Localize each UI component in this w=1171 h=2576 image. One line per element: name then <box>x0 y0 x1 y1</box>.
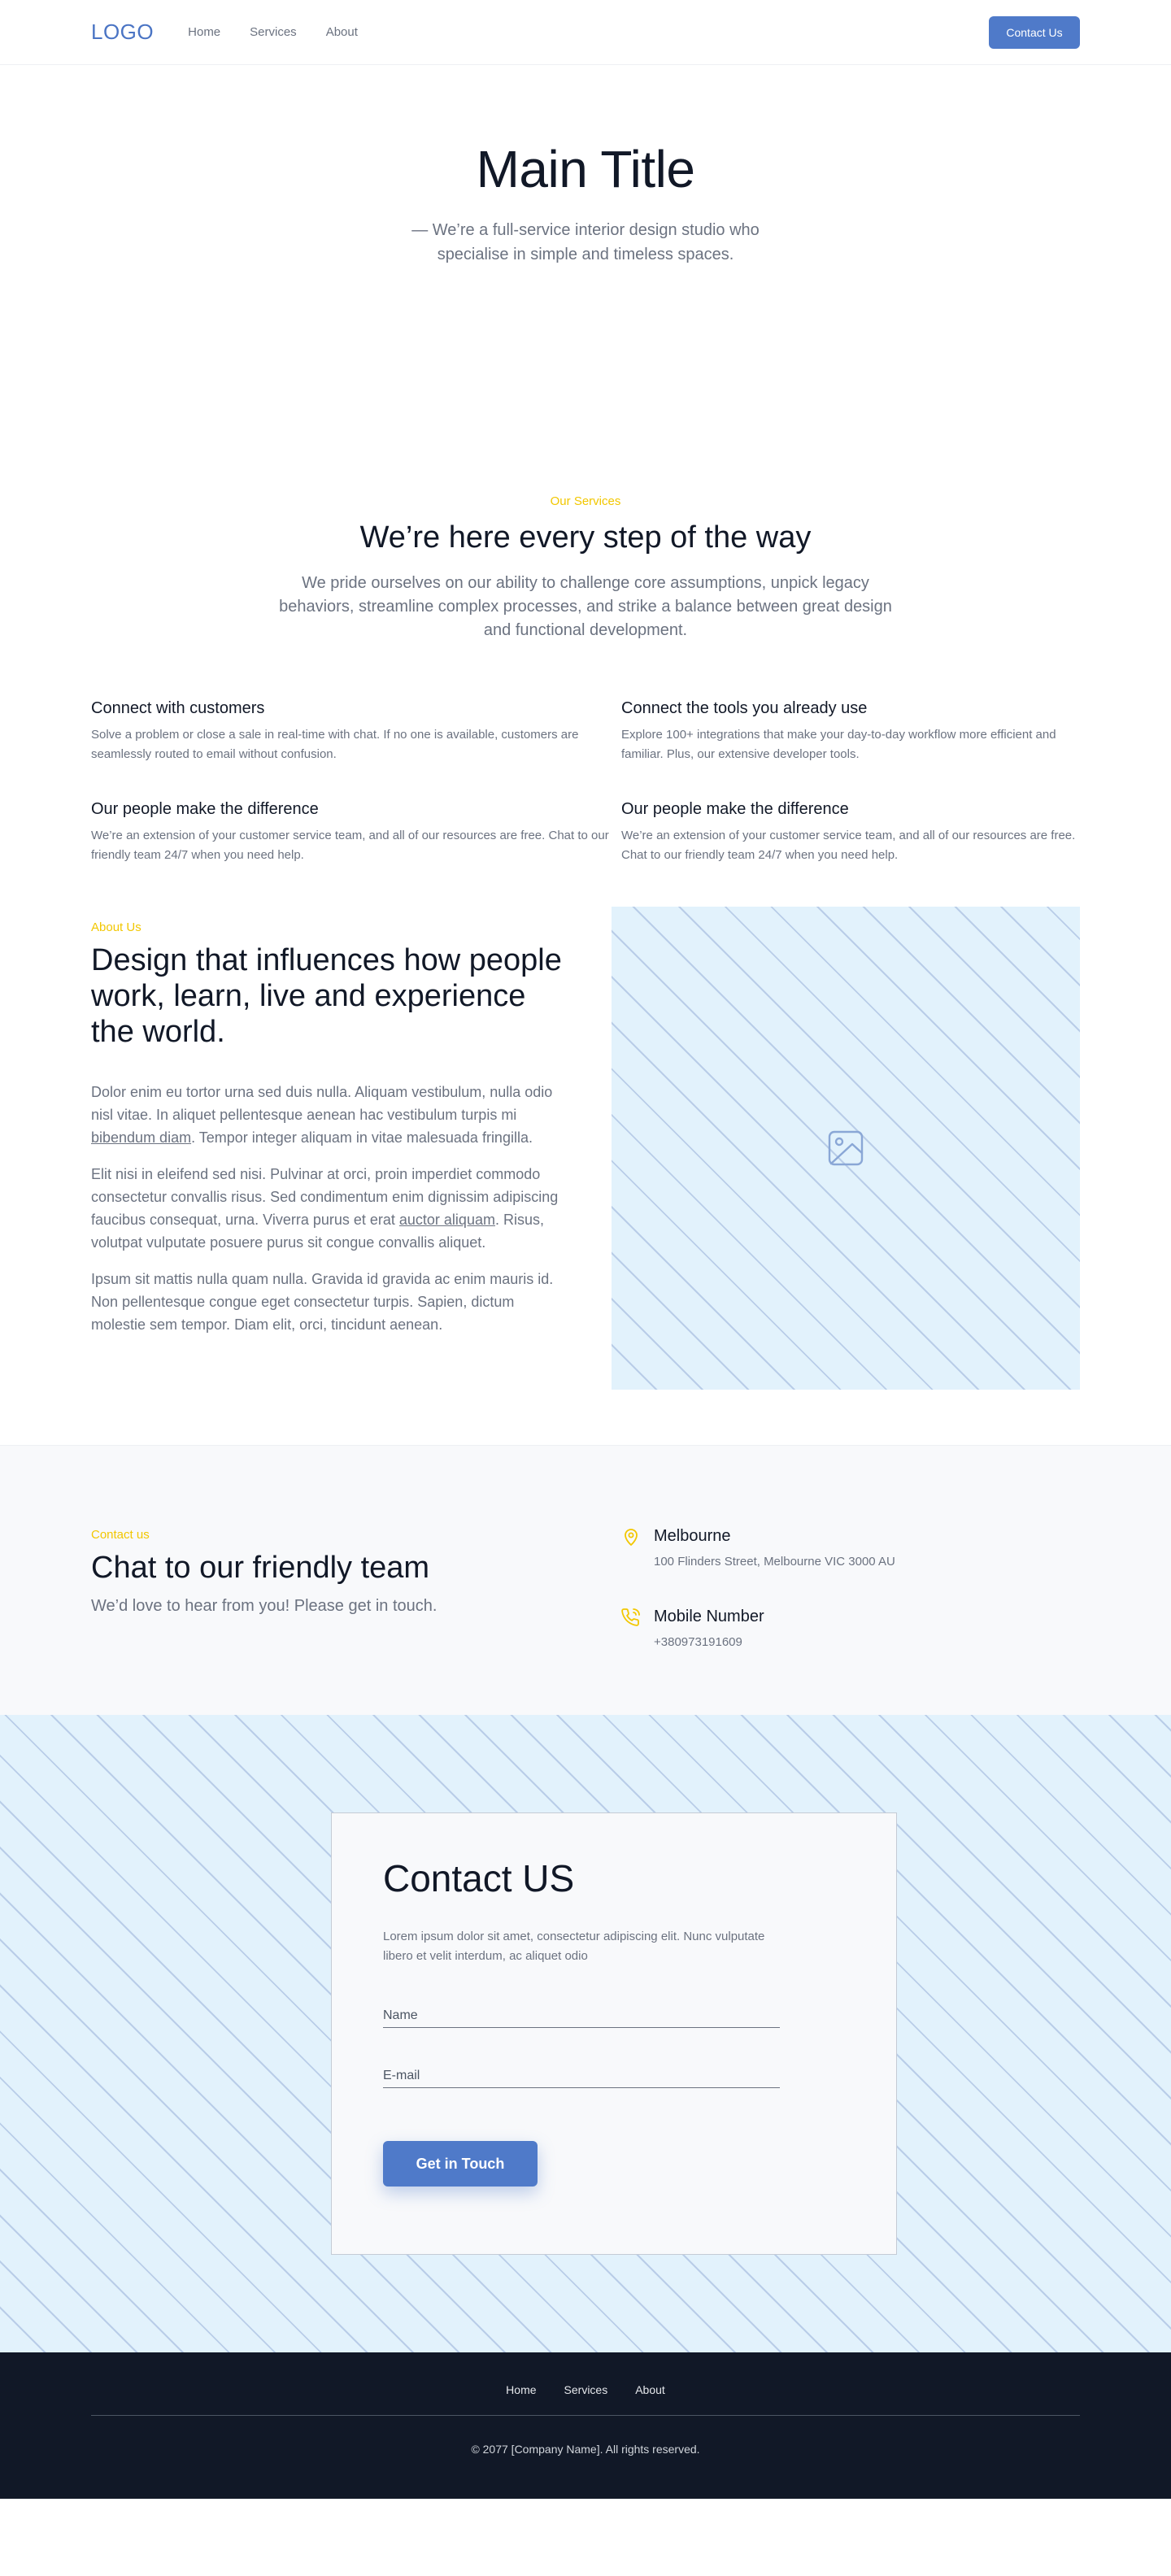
about-image-placeholder <box>612 907 1080 1390</box>
feature-title: Connect the tools you already use <box>621 699 868 717</box>
hero-subtitle: — We’re a full-service interior design s… <box>411 221 760 263</box>
main-nav: Home Services About <box>188 25 358 39</box>
footer-link-services[interactable]: Services <box>564 2383 608 2396</box>
footer-nav: Home Services About <box>91 2383 1080 2396</box>
feature-item: Our people make the difference We’re an … <box>621 798 1080 865</box>
contact-info-title: Chat to our friendly team <box>91 1551 430 1585</box>
site-header: LOGO Home Services About Contact Us <box>0 0 1171 65</box>
feature-title: Our people make the difference <box>91 800 319 818</box>
contact-info-body: Melbourne 100 Flinders Street, Melbourne… <box>654 1525 895 1569</box>
about-text: About Us Design that influences how peop… <box>91 889 563 1445</box>
contact-info-subtitle: We’d love to hear from you! Please get i… <box>91 1597 437 1615</box>
feature-item: Connect with customers Solve a problem o… <box>91 698 621 764</box>
about-link[interactable]: auctor aliquam <box>399 1212 495 1228</box>
contact-info-section: Contact us Chat to our friendly team We’… <box>0 1445 1171 1715</box>
contact-form-section: Contact US Lorem ipsum dolor sit amet, c… <box>0 1715 1171 2352</box>
footer-copyright: © 2077 [Company Name]. All rights reserv… <box>471 2443 700 2456</box>
contact-info-item-text: +380973191609 <box>654 1635 742 1649</box>
contact-form-description: Lorem ipsum dolor sit amet, consectetur … <box>383 1930 765 1963</box>
feature-item: Our people make the difference We’re an … <box>91 798 621 865</box>
about-title: Design that influences how people work, … <box>91 943 562 1049</box>
contact-info-item: Mobile Number +380973191609 <box>621 1606 1080 1649</box>
about-paragraph: Dolor enim eu tortor urna sed duis nulla… <box>91 1081 563 1149</box>
feature-item: Connect the tools you already use Explor… <box>621 698 1080 764</box>
services-title: We’re here every step of the way <box>359 520 812 555</box>
footer-link-about[interactable]: About <box>635 2383 665 2396</box>
contact-info-item-title: Melbourne <box>654 1527 731 1545</box>
about-link[interactable]: bibendum diam <box>91 1129 191 1146</box>
contact-info-item: Melbourne 100 Flinders Street, Melbourne… <box>621 1525 1080 1569</box>
about-paragraph: Elit nisi in eleifend sed nisi. Pulvinar… <box>91 1163 563 1254</box>
feature-text: Solve a problem or close a sale in real-… <box>91 728 579 761</box>
hero-section: Main Title — We’re a full-service interi… <box>0 65 1171 381</box>
contact-info-list: Melbourne 100 Flinders Street, Melbourne… <box>621 1446 1080 1715</box>
site-footer: Home Services About © 2077 [Company Name… <box>0 2352 1171 2499</box>
feature-text: We’re an extension of your customer serv… <box>621 829 1076 862</box>
feature-text: Explore 100+ integrations that make your… <box>621 728 1056 761</box>
about-paragraph-text: Dolor enim eu tortor urna sed duis nulla… <box>91 1084 553 1123</box>
about-paragraph: Ipsum sit mattis nulla quam nulla. Gravi… <box>91 1271 554 1333</box>
contact-info-item-title: Mobile Number <box>654 1608 764 1625</box>
footer-divider <box>91 2415 1080 2416</box>
name-field <box>383 2008 780 2028</box>
about-section: About Us Design that influences how peop… <box>0 889 1171 1445</box>
get-in-touch-button[interactable]: Get in Touch <box>383 2141 538 2187</box>
services-section: Our Services We’re here every step of th… <box>0 381 1171 889</box>
name-input[interactable] <box>383 2008 780 2023</box>
location-pin-icon <box>621 1525 641 1569</box>
about-eyebrow: About Us <box>91 920 141 934</box>
image-icon <box>828 1130 864 1166</box>
phone-icon <box>621 1606 641 1649</box>
email-field <box>383 2069 780 2088</box>
services-lead: We pride ourselves on our ability to cha… <box>279 574 892 639</box>
logo[interactable]: LOGO <box>91 20 154 45</box>
nav-link-services[interactable]: Services <box>250 25 297 39</box>
nav-link-home[interactable]: Home <box>188 25 220 39</box>
contact-form-title: Contact US <box>383 1857 575 1899</box>
contact-info-intro: Contact us Chat to our friendly team We’… <box>91 1446 579 1715</box>
services-eyebrow: Our Services <box>550 494 621 508</box>
contact-eyebrow: Contact us <box>91 1528 150 1542</box>
feature-title: Our people make the difference <box>621 800 849 818</box>
header-left: LOGO Home Services About <box>91 20 358 45</box>
email-input[interactable] <box>383 2069 780 2083</box>
feature-text: We’re an extension of your customer serv… <box>91 829 609 862</box>
nav-link-about[interactable]: About <box>326 25 358 39</box>
hero-title: Main Title <box>476 140 695 198</box>
contact-us-button[interactable]: Contact Us <box>989 15 1080 49</box>
contact-info-body: Mobile Number +380973191609 <box>654 1606 764 1649</box>
contact-info-item-text: 100 Flinders Street, Melbourne VIC 3000 … <box>654 1555 895 1569</box>
contact-form: Contact US Lorem ipsum dolor sit amet, c… <box>331 1812 897 2255</box>
feature-title: Connect with customers <box>91 699 265 717</box>
about-paragraph-text: . Tempor integer aliquam in vitae malesu… <box>191 1129 533 1146</box>
footer-link-home[interactable]: Home <box>506 2383 536 2396</box>
features-grid: Connect with customers Solve a problem o… <box>91 698 1080 865</box>
